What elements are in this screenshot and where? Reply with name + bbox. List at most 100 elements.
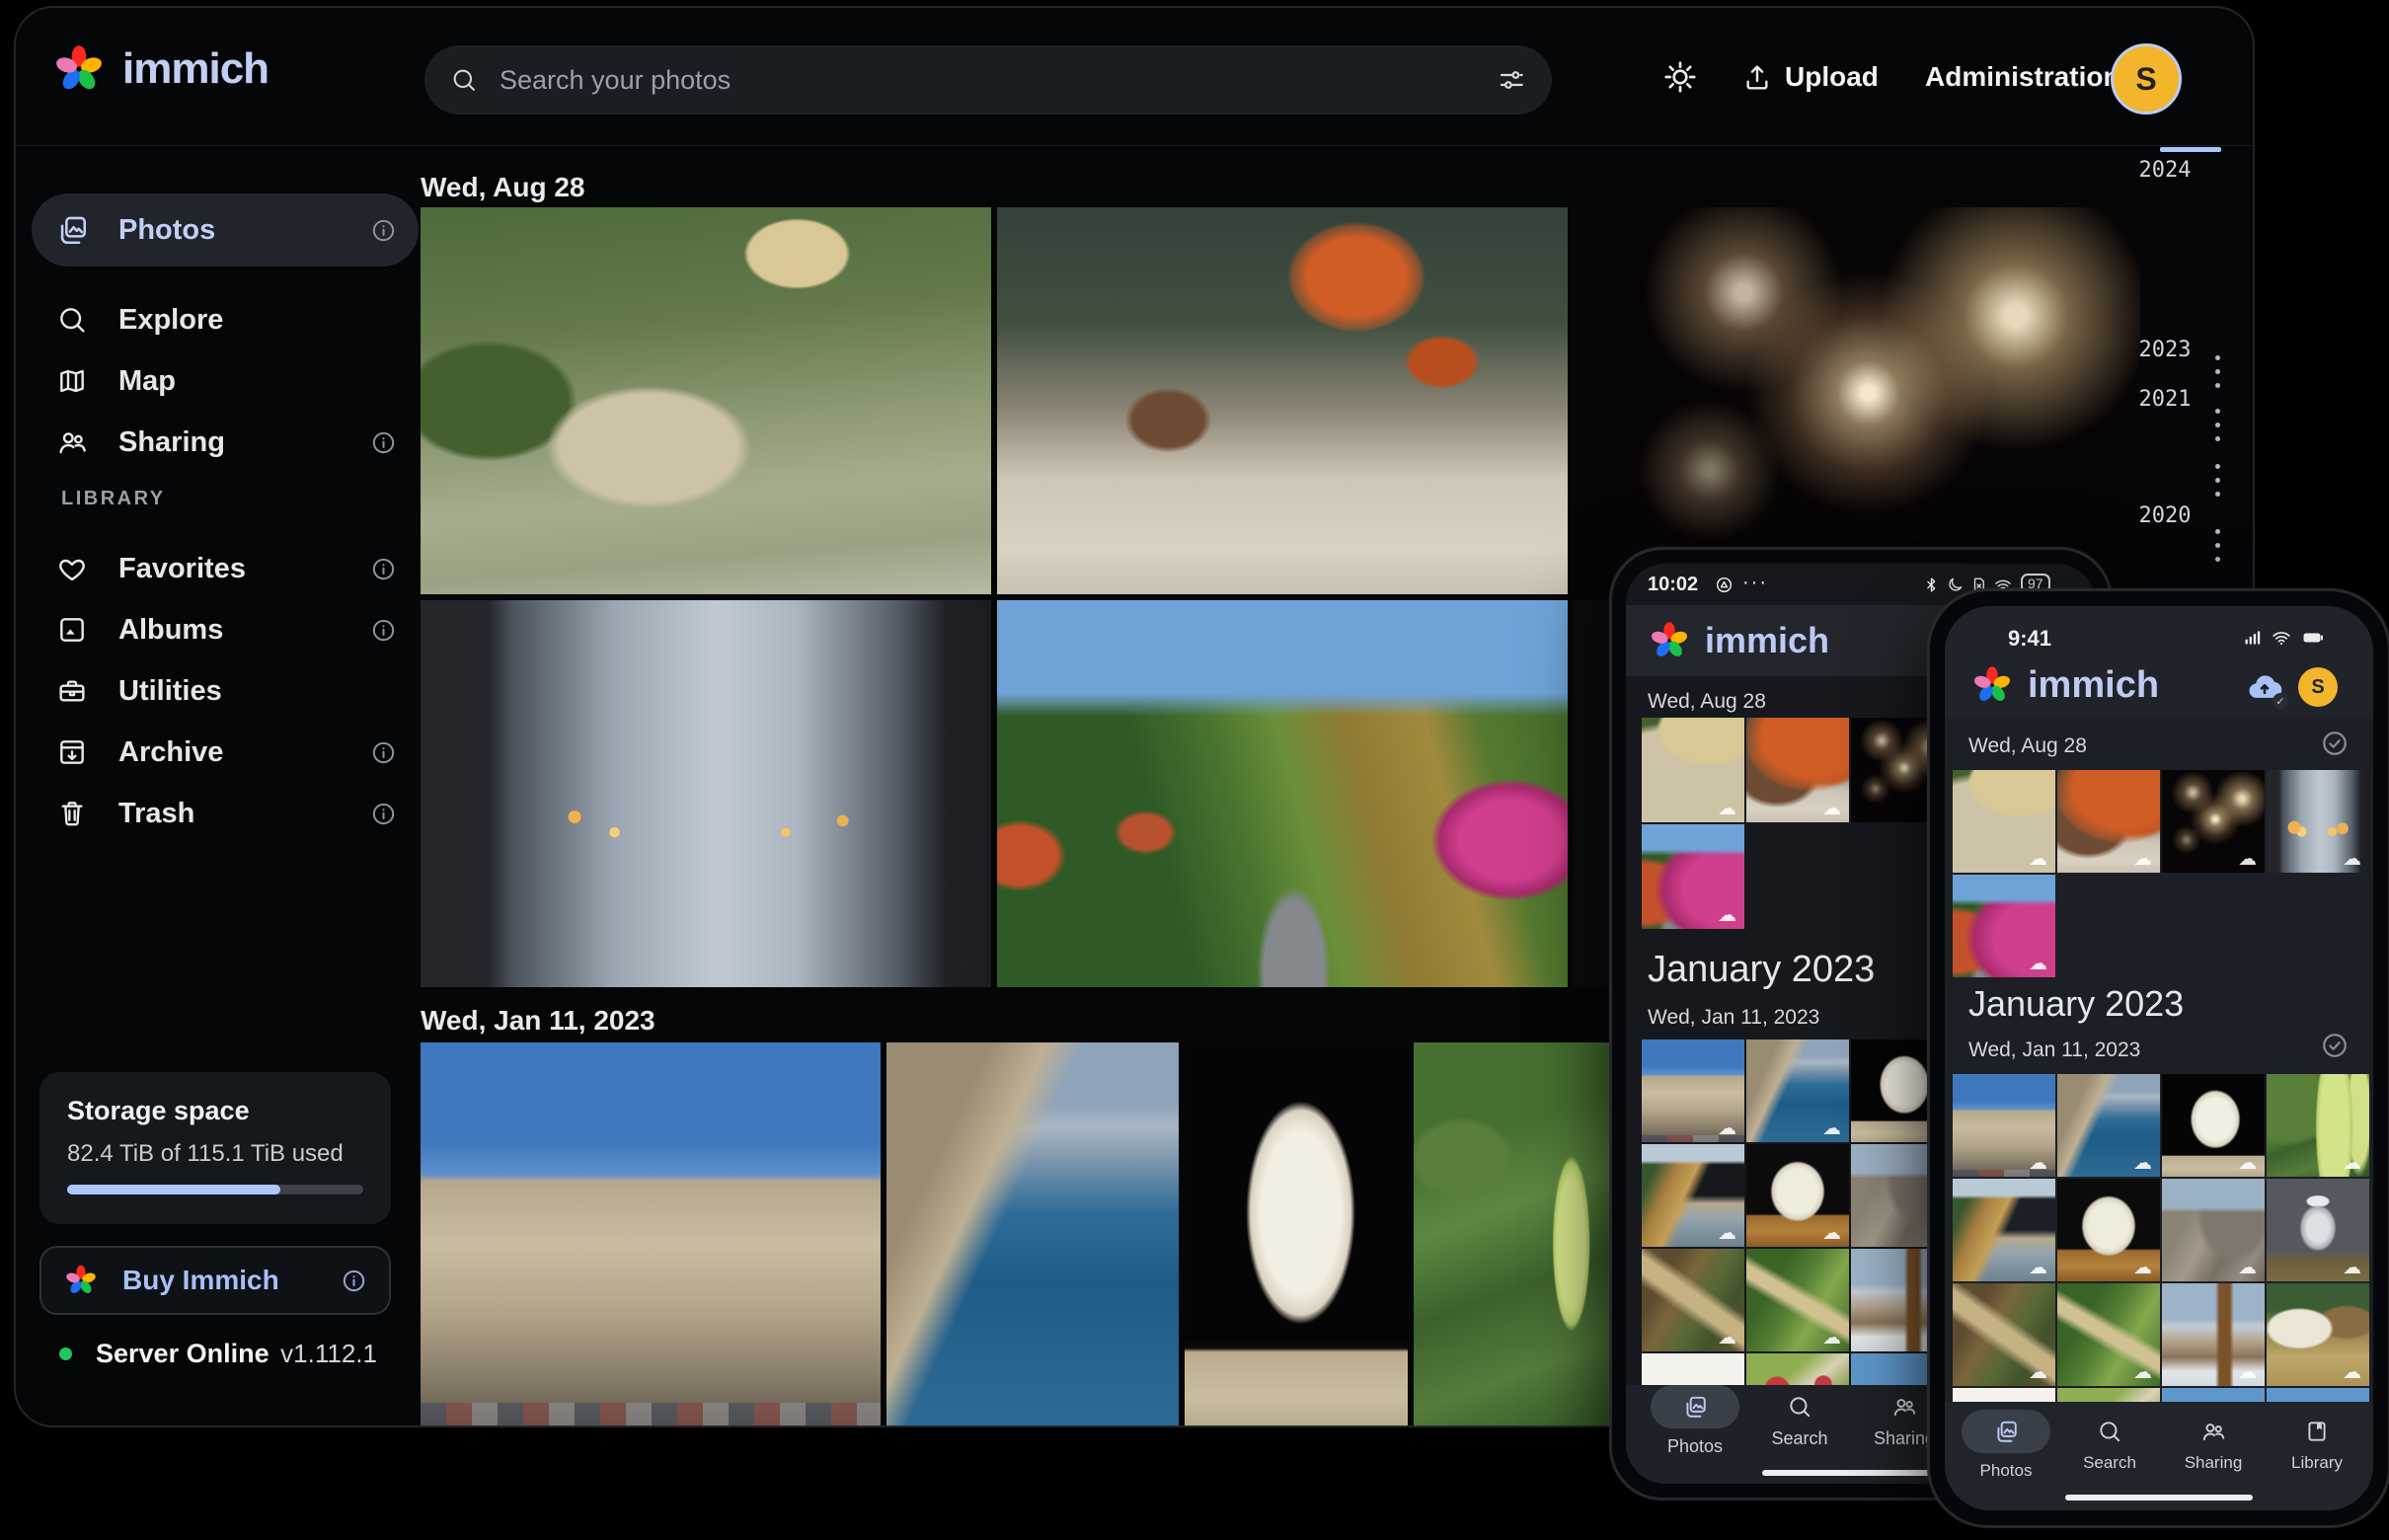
thumb-autumn-dinner[interactable] [2057,770,2160,873]
home-indicator[interactable] [2065,1495,2253,1501]
more-dots-icon: ··· [1742,572,1768,594]
date-header: Wed, Aug 28 [421,172,584,203]
people-icon [1891,1394,1917,1420]
nav-item-library[interactable]: Library [2266,1410,2368,1473]
info-icon[interactable] [370,217,397,244]
thumb-coastal-town[interactable] [1746,1040,1849,1142]
thumb-marble-figures[interactable] [2057,1179,2160,1281]
user-avatar[interactable]: S [2298,667,2338,707]
sidebar-item-sharing[interactable]: Sharing [32,415,419,470]
album-icon [55,614,89,646]
photo-zoo-monkeys[interactable] [421,207,991,594]
select-all-check-icon[interactable] [2320,729,2350,758]
thumb-coastal-town[interactable] [2057,1074,2160,1177]
date-header: Wed, Jan 11, 2023 [1648,1006,1819,1030]
thumb-fortress[interactable] [1953,1074,2055,1177]
sidebar-item-utilities[interactable]: Utilities [32,663,419,719]
photo-coastal-town[interactable] [886,1042,1179,1427]
administration-link[interactable]: Administration [1925,8,2120,146]
thumb-flower-park[interactable] [1953,875,2055,977]
scrubber-year[interactable]: 2023 [2122,338,2207,362]
thumb-marble-figures[interactable] [1746,1144,1849,1247]
user-avatar[interactable]: S [2111,43,2182,115]
active-nav-pill [1962,1410,2050,1453]
nav-item-photos[interactable]: Photos [1955,1410,2057,1481]
thumb-silver-ornament[interactable] [2267,1179,2369,1281]
info-icon[interactable] [370,617,397,644]
sidebar-item-albums[interactable]: Albums [32,602,419,657]
backup-cloud-button[interactable]: ✓ [2245,667,2284,707]
thumb-green-berries[interactable] [2267,1074,2369,1177]
storage-usage: 82.4 TiB of 115.1 TiB used [67,1140,363,1168]
top-bar: immich Search your photos Upload Adminis… [16,8,2253,146]
battery-icon [2298,626,2328,650]
thumb-marble-bust[interactable] [2162,1074,2265,1177]
sidebar-item-favorites[interactable]: Favorites [32,541,419,596]
search-icon [2097,1419,2122,1444]
nav-item-search[interactable]: Search [2058,1410,2161,1473]
sidebar-label: Explore [118,304,223,337]
date-header: Wed, Aug 28 [1968,734,2087,758]
thumb-beach-cliff[interactable] [1642,1144,1744,1247]
thumb-lizard-moss[interactable] [1746,1249,1849,1351]
thumb-alpine-farm[interactable] [2267,1283,2369,1386]
theme-toggle-button[interactable] [1662,8,1698,146]
thumb-zoo-monkeys[interactable] [1642,718,1744,822]
search-icon [450,66,478,94]
select-all-check-icon[interactable] [2320,1031,2350,1060]
scrubber-position-indicator[interactable] [2160,147,2221,152]
upload-button[interactable]: Upload [1741,8,1879,146]
thumb-fireworks[interactable] [2162,770,2265,873]
thumb-beach-cliff[interactable] [1953,1179,2055,1281]
photo-fortress-walls[interactable] [421,1042,881,1427]
thumb-autumn-dinner[interactable] [1746,718,1849,822]
photo-autumn-dinner[interactable] [997,207,1568,594]
thumb-winter-village[interactable] [2162,1283,2265,1386]
sidebar-item-archive[interactable]: Archive [32,725,419,780]
sidebar-item-explore[interactable]: Explore [32,292,419,347]
nav-item-photos[interactable]: Photos [1644,1385,1746,1457]
sidebar-item-photos[interactable]: Photos [32,193,419,267]
explore-search-icon [55,304,89,336]
photo-flower-park[interactable] [997,600,1568,987]
brand-name: immich [2028,664,2159,707]
sidebar-label: Trash [118,798,194,830]
info-icon[interactable] [370,556,397,582]
scrubber-year[interactable]: 2021 [2122,387,2207,412]
thumb-lizard[interactable] [1642,1249,1744,1351]
thumb-holding-hands[interactable] [2267,770,2369,873]
scrubber-year[interactable]: 2020 [2122,503,2207,528]
photo-marble-bust[interactable] [1185,1042,1408,1427]
thumb-lizard-moss[interactable] [2057,1283,2160,1386]
active-nav-pill [1651,1385,1739,1428]
photo-fireworks[interactable] [1574,207,2140,594]
immich-flower-icon [51,41,107,97]
sidebar-section-library: LIBRARY [61,488,166,510]
info-icon[interactable] [370,739,397,766]
nav-item-sharing[interactable]: Sharing [2162,1410,2265,1473]
immich-flower-icon [63,1263,99,1298]
storage-progress-fill [67,1185,280,1194]
sidebar-item-trash[interactable]: Trash [32,786,419,841]
thumb-fortress[interactable] [1642,1040,1744,1142]
info-icon[interactable] [370,429,397,456]
photo-holding-hands[interactable] [421,600,991,987]
info-icon[interactable] [370,801,397,827]
search-bar[interactable]: Search your photos [424,45,1552,115]
thumb-lizard[interactable] [1953,1283,2055,1386]
thumb-flower-park[interactable] [1642,824,1744,929]
nav-item-search[interactable]: Search [1748,1385,1851,1449]
scrubber-year[interactable]: 2024 [2122,158,2207,183]
info-icon[interactable] [341,1268,367,1294]
thumb-ruined-wall[interactable] [2162,1179,2265,1281]
sidebar-item-map[interactable]: Map [32,353,419,409]
status-time: 9:41 [2008,626,2051,652]
filter-sliders-icon[interactable] [1497,65,1526,95]
buy-immich-button[interactable]: Buy Immich [39,1246,391,1315]
immich-logo[interactable]: immich [51,41,269,97]
storage-progress-track [67,1185,363,1194]
thumb-zoo-monkeys[interactable] [1953,770,2055,873]
trash-icon [55,798,89,829]
buy-immich-label: Buy Immich [122,1265,279,1296]
brand-name: immich [122,44,269,94]
